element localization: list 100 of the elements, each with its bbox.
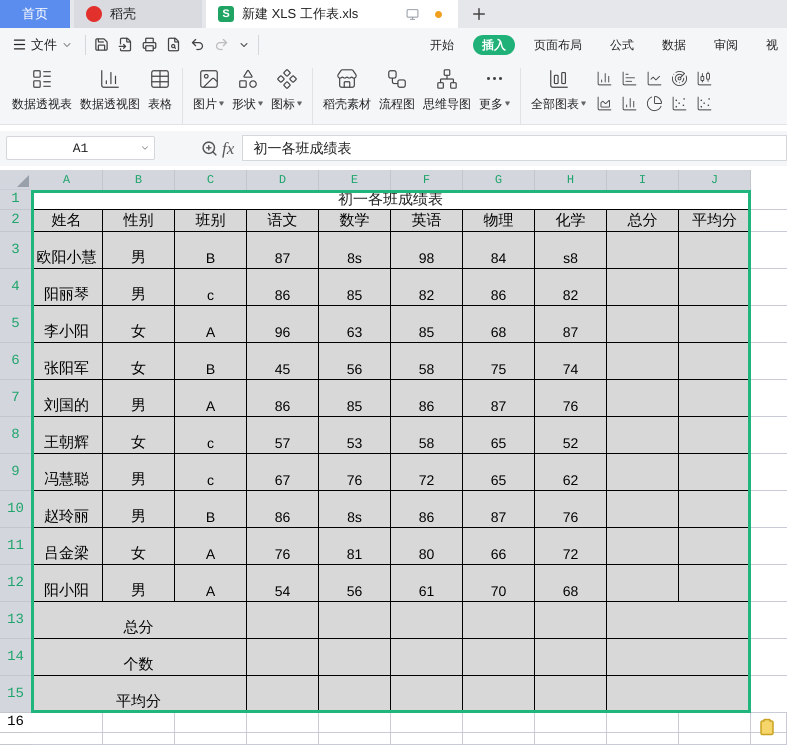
column-letter[interactable]: C	[175, 170, 247, 190]
row-number[interactable]: 7	[0, 380, 31, 417]
print-preview-icon[interactable]	[166, 37, 181, 52]
grid-cell	[463, 733, 535, 745]
ribbon-tab[interactable]: 审阅	[705, 34, 747, 55]
ribbon-tool-button[interactable]: 稻壳素材	[319, 68, 375, 113]
table-cell: 96	[247, 306, 319, 343]
document-tab[interactable]: 稻壳	[74, 0, 202, 28]
row-number[interactable]: 12	[0, 565, 31, 602]
grid-cell	[607, 733, 679, 745]
ribbon-tool-button[interactable]: 思维导图	[419, 68, 475, 113]
column-header-cell: 姓名	[31, 210, 103, 232]
table-cell: 女	[103, 528, 175, 565]
table-cell	[607, 417, 679, 454]
ribbon-tab[interactable]: 数据	[653, 34, 695, 55]
table-cell: 84	[463, 232, 535, 269]
document-tab[interactable]: 首页	[0, 0, 70, 28]
bar-chart-icon[interactable]	[621, 70, 638, 87]
table-cell	[535, 639, 607, 676]
column-letter[interactable]: B	[103, 170, 175, 190]
formula-input[interactable]: 初一各班成绩表	[242, 135, 787, 162]
new-tab-icon[interactable]	[470, 5, 488, 23]
pie-chart-icon[interactable]	[646, 94, 663, 112]
ribbon-tool-button[interactable]: 图片	[189, 68, 228, 113]
ribbon-tab[interactable]: 插入	[473, 34, 515, 55]
column-letter[interactable]: D	[247, 170, 319, 190]
column-letter[interactable]: H	[535, 170, 607, 190]
table-cell: 阳小阳	[31, 565, 103, 602]
table-cell: 87	[463, 380, 535, 417]
row-number[interactable]: 4	[0, 269, 31, 306]
ribbon-tab[interactable]: 页面布局	[525, 34, 591, 55]
table-cell: c	[175, 417, 247, 454]
table-cell	[679, 380, 751, 417]
grid-cell	[103, 733, 175, 745]
save-icon[interactable]	[94, 37, 109, 52]
table-cell: 76	[319, 454, 391, 491]
table-cell: 76	[535, 380, 607, 417]
bubble-chart-icon[interactable]	[696, 94, 713, 112]
row-number[interactable]: 14	[0, 639, 31, 676]
table-cell	[607, 232, 679, 269]
row-number[interactable]: 5	[0, 306, 31, 343]
file-menu-button[interactable]: 文件	[12, 35, 81, 55]
table-cell	[247, 639, 319, 676]
row-number[interactable]: 2	[0, 210, 31, 232]
grid-cell	[535, 733, 607, 745]
row-number[interactable]: 3	[0, 232, 31, 269]
ribbon-tool-button[interactable]: 表格	[144, 68, 176, 113]
ribbon-tab[interactable]: 视	[757, 34, 787, 55]
column-letter[interactable]: E	[319, 170, 391, 190]
grid-cell	[679, 733, 751, 745]
row-number[interactable]: 8	[0, 417, 31, 454]
table-cell: 男	[103, 232, 175, 269]
row-number[interactable]: 15	[0, 676, 31, 713]
zoom-icon[interactable]	[201, 140, 218, 157]
row-number[interactable]: 9	[0, 454, 31, 491]
ribbon-tool-button[interactable]: 流程图	[375, 68, 419, 113]
table-cell: 80	[391, 528, 463, 565]
document-tab[interactable]: S 新建 XLS 工作表.xls	[206, 0, 458, 28]
ribbon-tool-button[interactable]: 数据透视图	[76, 68, 144, 113]
scatter-chart-icon[interactable]	[671, 94, 688, 112]
ribbon-tool-button[interactable]: 形状	[228, 68, 267, 113]
row-number[interactable]: 1	[0, 190, 31, 210]
ribbon-tool-button[interactable]: 数据透视表	[8, 68, 76, 113]
table-cell: 72	[535, 528, 607, 565]
column-letter[interactable]: J	[679, 170, 751, 190]
ribbon-tool-button[interactable]: 图标	[267, 68, 306, 113]
grid-cell	[175, 713, 247, 733]
area-chart-icon[interactable]	[596, 94, 613, 112]
candlestick-chart-icon[interactable]	[696, 70, 713, 87]
table-cell	[679, 306, 751, 343]
row-number[interactable]: 10	[0, 491, 31, 528]
dropdown-icon	[581, 101, 586, 106]
column-chart-icon[interactable]	[596, 70, 613, 87]
row-number[interactable]: 11	[0, 528, 31, 565]
ribbon-tab[interactable]: 公式	[601, 34, 643, 55]
undo-icon[interactable]	[190, 37, 205, 52]
column-letter[interactable]: A	[31, 170, 103, 190]
radar-chart-icon[interactable]	[671, 70, 688, 87]
ribbon-tool-button[interactable]: 更多	[475, 68, 514, 113]
row-number[interactable]: 16	[0, 713, 31, 733]
print-icon[interactable]	[142, 37, 157, 52]
column-letter[interactable]: I	[607, 170, 679, 190]
table-cell: 86	[391, 491, 463, 528]
table-cell: A	[175, 565, 247, 602]
table-cell: 86	[247, 269, 319, 306]
line-chart-icon[interactable]	[646, 70, 663, 87]
ribbon-tool-button[interactable]: 全部图表	[527, 68, 590, 113]
row-number[interactable]: 13	[0, 602, 31, 639]
table-cell: 58	[391, 417, 463, 454]
column-letter[interactable]: G	[463, 170, 535, 190]
combo-chart-icon[interactable]	[621, 94, 638, 112]
column-header-cell: 平均分	[679, 210, 751, 232]
function-label[interactable]: fx	[222, 136, 234, 162]
column-letter[interactable]: F	[391, 170, 463, 190]
monitor-icon[interactable]	[406, 8, 419, 20]
ribbon-tab[interactable]: 开始	[421, 34, 463, 55]
table-cell	[679, 454, 751, 491]
export-icon[interactable]	[118, 37, 133, 52]
row-number[interactable]: 6	[0, 343, 31, 380]
name-box[interactable]: A1	[6, 136, 155, 160]
